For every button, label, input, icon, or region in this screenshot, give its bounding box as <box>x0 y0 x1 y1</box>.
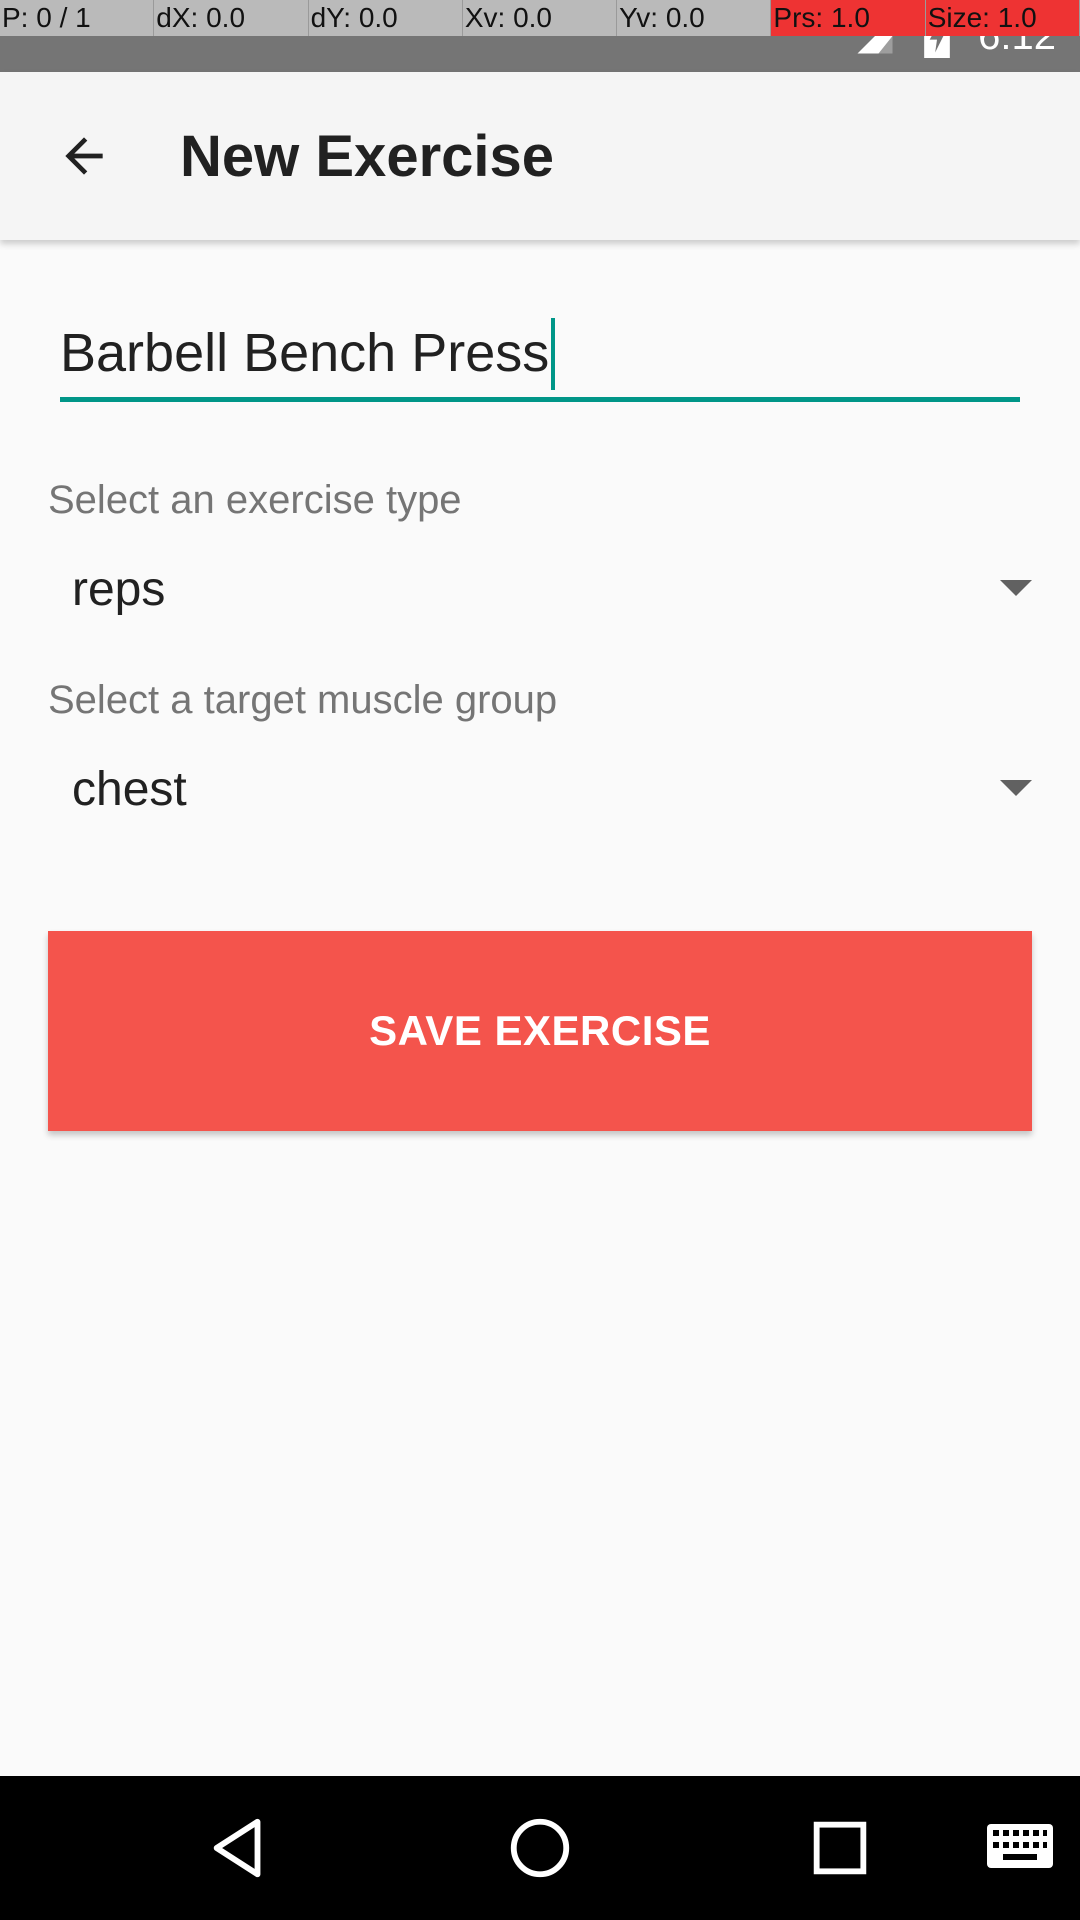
exercise-type-value: reps <box>72 563 166 616</box>
pointer-location-overlay: P: 0 / 1 dX: 0.0 dY: 0.0 Xv: 0.0 Yv: 0.0… <box>0 0 1080 36</box>
nav-home-button[interactable] <box>492 1800 588 1896</box>
pointer-count: P: 0 / 1 <box>0 0 155 36</box>
nav-recents-icon <box>813 1821 867 1875</box>
pointer-dy: dY: 0.0 <box>308 0 463 36</box>
arrow-back-icon <box>65 137 103 175</box>
dropdown-arrow-icon <box>1000 780 1032 796</box>
pointer-xv: Xv: 0.0 <box>462 0 618 36</box>
exercise-type-label: Select an exercise type <box>48 478 462 522</box>
pointer-dx: dX: 0.0 <box>154 0 309 36</box>
exercise-name-value: Barbell Bench Press <box>60 323 550 383</box>
page-title: New Exercise <box>180 124 555 189</box>
exercise-name-input[interactable]: Barbell Bench Press <box>60 318 1020 402</box>
pointer-size: Size: 1.0 <box>925 0 1080 36</box>
muscle-group-label: Select a target muscle group <box>48 678 558 722</box>
muscle-group-spinner[interactable]: chest <box>48 742 1032 838</box>
pointer-yv: Yv: 0.0 <box>617 0 772 36</box>
exercise-type-spinner[interactable]: reps <box>48 542 1032 638</box>
navigation-bar <box>0 1776 1080 1920</box>
keyboard-switch-button[interactable] <box>976 1800 1064 1896</box>
nav-back-button[interactable] <box>192 1800 288 1896</box>
app-bar: New Exercise <box>0 72 1080 240</box>
nav-home-icon <box>510 1818 570 1878</box>
muscle-group-value: chest <box>72 763 187 816</box>
keyboard-icon <box>987 1824 1053 1868</box>
back-button[interactable] <box>36 108 132 204</box>
text-cursor <box>551 318 556 390</box>
pointer-pressure: Prs: 1.0 <box>771 0 926 36</box>
nav-back-icon <box>213 1818 261 1878</box>
nav-recents-button[interactable] <box>792 1800 888 1896</box>
dropdown-arrow-icon <box>1000 580 1032 596</box>
save-exercise-button[interactable]: SAVE EXERCISE <box>48 931 1032 1131</box>
